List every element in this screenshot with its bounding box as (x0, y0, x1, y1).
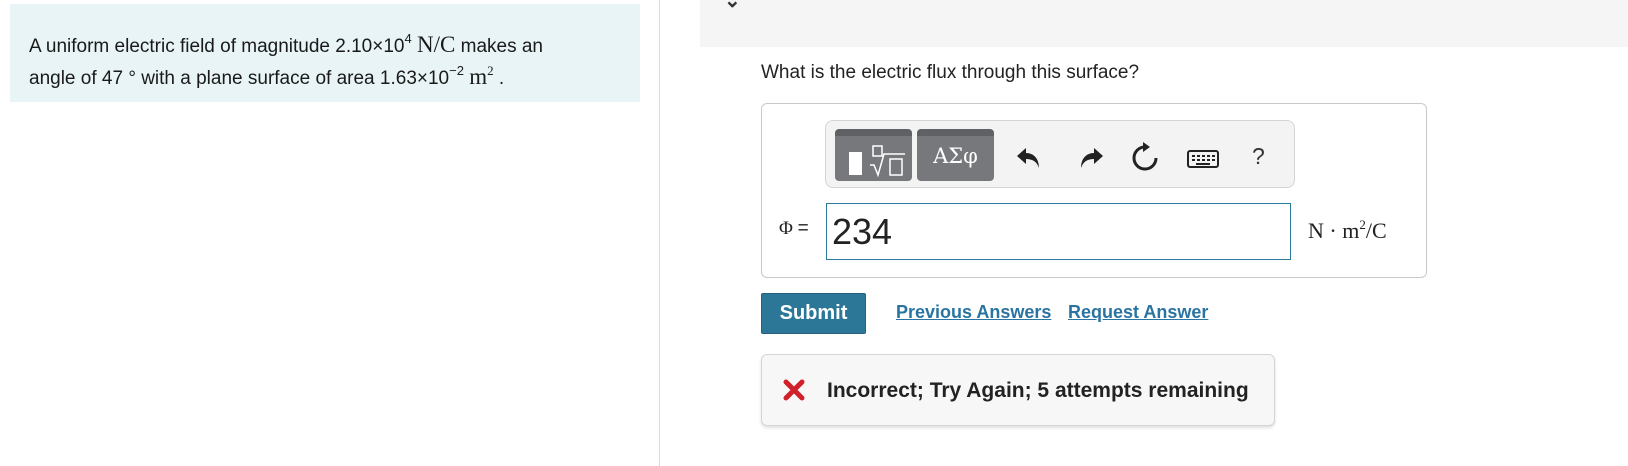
feedback-message: Incorrect; Try Again; 5 attempts remaini… (827, 379, 1249, 402)
equals-sign: = (797, 218, 809, 239)
field-unit: N/C (417, 32, 456, 57)
feedback-panel: Incorrect; Try Again; 5 attempts remaini… (761, 354, 1275, 426)
problem-statement: A uniform electric field of magnitude 2.… (10, 4, 640, 102)
column-divider (659, 0, 660, 466)
part-header: ⌄ (700, 0, 1628, 47)
undo-icon[interactable] (1012, 141, 1046, 175)
problem-text: makes an (460, 36, 543, 57)
answer-label: Φ = (779, 218, 809, 240)
answer-box: ΑΣφ ? Φ = N · m2/C (761, 103, 1427, 278)
request-answer-link[interactable]: Request Answer (1068, 302, 1208, 323)
keyboard-icon[interactable] (1186, 141, 1220, 175)
exponent: 4 (404, 31, 412, 46)
help-icon[interactable]: ? (1252, 143, 1265, 170)
templates-button[interactable] (835, 129, 912, 181)
submit-button[interactable]: Submit (761, 293, 866, 334)
previous-answers-link[interactable]: Previous Answers (896, 302, 1051, 323)
units-prefix: N · m (1308, 218, 1360, 243)
greek-letters-button[interactable]: ΑΣφ (917, 129, 994, 181)
redo-icon[interactable] (1074, 141, 1108, 175)
math-toolbar: ΑΣφ ? (825, 120, 1295, 188)
part-header-cutoff: ⌄ (724, 0, 758, 12)
problem-text: angle of 47 (29, 68, 124, 89)
problem-line-2: angle of 47 ° with a plane surface of ar… (29, 62, 621, 94)
reset-icon[interactable] (1128, 141, 1162, 175)
problem-text: . (498, 68, 505, 89)
exponent: −2 (449, 63, 464, 78)
flux-symbol: Φ (779, 218, 793, 239)
templates-icon (849, 145, 905, 178)
question-text: What is the electric flux through this s… (761, 62, 1140, 83)
area-unit: m2 (469, 64, 493, 89)
greek-letters-icon: ΑΣφ (933, 144, 978, 168)
area-unit-exponent: 2 (487, 63, 494, 78)
units-suffix: /C (1365, 218, 1387, 243)
problem-text: A uniform electric field of magnitude 2.… (29, 36, 405, 57)
answer-input[interactable] (826, 203, 1291, 260)
problem-text: with a plane surface of area 1.63×10 (141, 68, 450, 89)
degree-symbol: ° (128, 68, 136, 89)
problem-line-1: A uniform electric field of magnitude 2.… (29, 30, 621, 62)
answer-units: N · m2/C (1308, 218, 1387, 244)
area-unit-base: m (469, 64, 488, 89)
incorrect-x-icon (783, 379, 805, 401)
